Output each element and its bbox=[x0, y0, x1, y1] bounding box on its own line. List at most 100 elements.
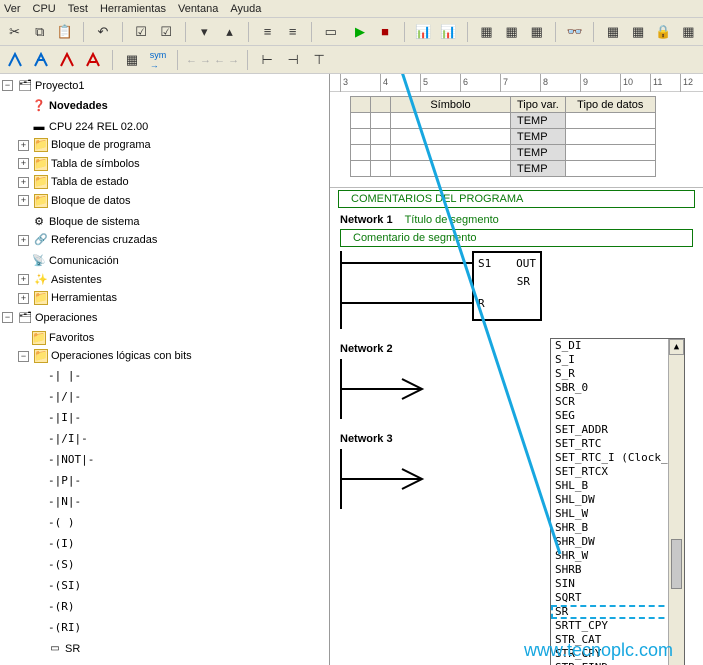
branch2-icon[interactable]: ⊣ bbox=[282, 49, 304, 71]
check2-icon[interactable]: ☑ bbox=[156, 21, 177, 43]
tree-bloque-sistema[interactable]: Bloque de sistema bbox=[49, 214, 140, 230]
dropdown-item[interactable]: SIN bbox=[551, 577, 684, 591]
tree-ref-cruzadas[interactable]: Referencias cruzadas bbox=[51, 232, 157, 248]
scroll-up-icon[interactable]: ▲ bbox=[669, 339, 684, 355]
chart-icon[interactable]: 📊 bbox=[413, 21, 434, 43]
sort-icon[interactable]: ≡ bbox=[257, 21, 278, 43]
expander-icon[interactable]: − bbox=[2, 80, 13, 91]
extra3-icon[interactable]: ▦ bbox=[526, 21, 547, 43]
extra1-icon[interactable]: ▦ bbox=[476, 21, 497, 43]
dropdown-item[interactable]: SBR_0 bbox=[551, 381, 684, 395]
tree-tabla-estado[interactable]: Tabla de estado bbox=[51, 174, 129, 190]
stop-icon[interactable]: ■ bbox=[375, 21, 396, 43]
dropdown-item[interactable]: SRTT_CPY bbox=[551, 619, 684, 633]
ladder-item[interactable]: -(I) bbox=[48, 536, 75, 552]
tree-bloque-programa[interactable]: Bloque de programa bbox=[51, 137, 151, 153]
tree-asistentes[interactable]: Asistentes bbox=[51, 272, 102, 288]
dropdown-item[interactable]: SET_RTC bbox=[551, 437, 684, 451]
instruction-dropdown[interactable]: S_DIS_IS_RSBR_0SCRSEGSET_ADDRSET_RTCSET_… bbox=[550, 338, 685, 665]
tree-tabla-simbolos[interactable]: Tabla de símbolos bbox=[51, 156, 140, 172]
ladder-item[interactable]: -( ) bbox=[48, 515, 75, 531]
menu-herramientas[interactable]: Herramientas bbox=[100, 3, 166, 15]
check1-icon[interactable]: ☑ bbox=[131, 21, 152, 43]
menu-ayuda[interactable]: Ayuda bbox=[230, 3, 261, 15]
scroll-thumb[interactable] bbox=[671, 539, 682, 589]
extra5-icon[interactable]: ▦ bbox=[628, 21, 649, 43]
dropdown-item[interactable]: SHL_DW bbox=[551, 493, 684, 507]
extra4-icon[interactable]: ▦ bbox=[602, 21, 623, 43]
ladder-item[interactable]: -|N|- bbox=[48, 494, 81, 510]
chart2-icon[interactable]: 📊 bbox=[438, 21, 459, 43]
dropdown-item[interactable]: S_I bbox=[551, 353, 684, 367]
tree-novedades[interactable]: Novedades bbox=[49, 98, 108, 114]
tree-operaciones[interactable]: Operaciones bbox=[35, 310, 97, 326]
sort2-icon[interactable]: ≡ bbox=[282, 21, 303, 43]
tree-op-logicas[interactable]: Operaciones lógicas con bits bbox=[51, 348, 192, 364]
dropdown-item[interactable]: SCR bbox=[551, 395, 684, 409]
down-arrow-icon[interactable]: ▾ bbox=[194, 21, 215, 43]
dropdown-item[interactable]: SET_RTCX bbox=[551, 465, 684, 479]
menu-test[interactable]: Test bbox=[68, 3, 88, 15]
lock-icon[interactable]: 🔒 bbox=[653, 21, 674, 43]
dropdown-item[interactable]: S_DI bbox=[551, 339, 684, 353]
tree-comunicacion[interactable]: Comunicación bbox=[49, 253, 119, 269]
contact-no-icon[interactable] bbox=[4, 49, 26, 71]
expander-icon[interactable]: + bbox=[18, 158, 29, 169]
tree-herramientas[interactable]: Herramientas bbox=[51, 290, 117, 306]
undo-icon[interactable]: ↶ bbox=[92, 21, 113, 43]
branch3-icon[interactable]: ⊤ bbox=[308, 49, 330, 71]
menu-ver[interactable]: Ver bbox=[4, 3, 21, 15]
tree-cpu[interactable]: CPU 224 REL 02.00 bbox=[49, 119, 148, 135]
ladder-item[interactable]: -|I|- bbox=[48, 410, 81, 426]
extra6-icon[interactable]: ▦ bbox=[678, 21, 699, 43]
project-tree[interactable]: −🗂Proyecto1 ❓Novedades ▬CPU 224 REL 02.0… bbox=[0, 74, 330, 665]
coil-icon[interactable] bbox=[56, 49, 78, 71]
expander-icon[interactable]: − bbox=[2, 312, 13, 323]
ladder-item[interactable]: -|/I|- bbox=[48, 431, 88, 447]
tree-proyecto[interactable]: Proyecto1 bbox=[35, 78, 85, 94]
ladder-item[interactable]: -(S) bbox=[48, 557, 75, 573]
coil2-icon[interactable] bbox=[82, 49, 104, 71]
expander-icon[interactable]: + bbox=[18, 140, 29, 151]
dropdown-item[interactable]: SHR_DW bbox=[551, 535, 684, 549]
ladder-item[interactable]: -| |- bbox=[48, 368, 81, 384]
dropdown-item[interactable]: SHL_B bbox=[551, 479, 684, 493]
tree-favoritos[interactable]: Favoritos bbox=[49, 330, 94, 346]
dropdown-item[interactable]: SHRB bbox=[551, 563, 684, 577]
sym-icon[interactable]: sym→ bbox=[147, 49, 169, 71]
run-icon[interactable]: ▶ bbox=[349, 21, 370, 43]
ladder-item[interactable]: -(RI) bbox=[48, 620, 81, 636]
ladder-item-sr[interactable]: SR bbox=[65, 641, 80, 657]
symbol-table[interactable]: Símbolo Tipo var. Tipo de datos TEMP TEM… bbox=[350, 96, 656, 177]
network-1[interactable]: Network 1Título de segmento Comentario d… bbox=[340, 214, 693, 329]
copy-icon[interactable]: ⧉ bbox=[29, 21, 50, 43]
expander-icon[interactable]: + bbox=[18, 195, 29, 206]
dropdown-item[interactable]: SHR_B bbox=[551, 521, 684, 535]
ladder-item[interactable]: -|/|- bbox=[48, 389, 81, 405]
ladder-item[interactable]: -(R) bbox=[48, 599, 75, 615]
expander-icon[interactable]: − bbox=[18, 351, 29, 362]
dropdown-item[interactable]: SHR_W bbox=[551, 549, 684, 563]
grid-icon[interactable]: ▦ bbox=[121, 49, 143, 71]
branch1-icon[interactable]: ⊢ bbox=[256, 49, 278, 71]
ladder-item[interactable]: -(SI) bbox=[48, 578, 81, 594]
menu-cpu[interactable]: CPU bbox=[33, 3, 56, 15]
ladder-item[interactable]: -|P|- bbox=[48, 473, 81, 489]
tree-bloque-datos[interactable]: Bloque de datos bbox=[51, 193, 131, 209]
menu-ventana[interactable]: Ventana bbox=[178, 3, 218, 15]
dropdown-item[interactable]: SHL_W bbox=[551, 507, 684, 521]
contact-nc-icon[interactable] bbox=[30, 49, 52, 71]
dropdown-item[interactable]: STR_FIND bbox=[551, 661, 684, 665]
glasses-icon[interactable]: 👓 bbox=[564, 21, 585, 43]
expander-icon[interactable]: + bbox=[18, 274, 29, 285]
expander-icon[interactable]: + bbox=[18, 177, 29, 188]
ladder-item[interactable]: -|NOT|- bbox=[48, 452, 94, 468]
cut-icon[interactable]: ✂ bbox=[4, 21, 25, 43]
dropdown-item[interactable]: SET_RTC_I (Clock_Integer (v bbox=[551, 451, 684, 465]
dropdown-item[interactable]: SET_ADDR bbox=[551, 423, 684, 437]
window-icon[interactable]: ▭ bbox=[320, 21, 341, 43]
dropdown-item[interactable]: SR bbox=[551, 605, 684, 619]
expander-icon[interactable]: + bbox=[18, 293, 29, 304]
expander-icon[interactable]: + bbox=[18, 235, 29, 246]
paste-icon[interactable]: 📋 bbox=[54, 21, 75, 43]
